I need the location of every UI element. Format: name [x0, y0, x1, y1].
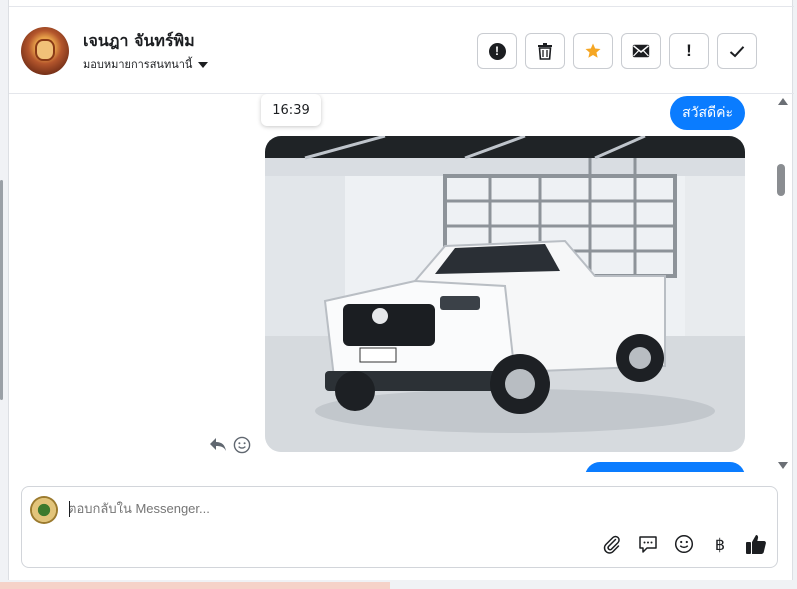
speech-bubble-icon	[639, 536, 657, 553]
assign-label: มอบหมายการสนทนานี้	[83, 58, 193, 71]
contact-avatar[interactable]	[21, 27, 69, 75]
exclamation-circle-icon: !	[488, 42, 506, 60]
message-timestamp-tooltip: 16:39	[261, 94, 321, 126]
payment-button[interactable]: ฿	[709, 533, 731, 555]
baht-icon: ฿	[714, 534, 726, 554]
mark-spam-button[interactable]: !	[477, 33, 517, 69]
outer-scroll-indicator	[0, 180, 3, 400]
emoji-button[interactable]	[673, 533, 695, 555]
envelope-icon	[632, 44, 650, 58]
thread-scrollbar[interactable]	[774, 94, 792, 472]
reply-input[interactable]	[68, 501, 668, 516]
chat-window: เจนฎา จันทร์พิม มอบหมายการสนทนานี้ ! ! 1…	[8, 0, 794, 580]
conversation-header: เจนฎา จันทร์พิม มอบหมายการสนทนานี้ ! !	[9, 6, 794, 94]
scroll-down-arrow-icon[interactable]	[778, 462, 788, 469]
scrollbar-thumb[interactable]	[777, 164, 785, 196]
message-composer: ฿	[21, 486, 778, 568]
mark-done-button[interactable]	[717, 33, 757, 69]
smiley-icon	[674, 534, 694, 554]
star-button[interactable]	[573, 33, 613, 69]
text-cursor	[69, 501, 70, 517]
like-button[interactable]	[745, 533, 767, 555]
mark-unread-button[interactable]	[621, 33, 661, 69]
assign-conversation-dropdown[interactable]: มอบหมายการสนทนานี้	[83, 55, 209, 73]
scroll-up-arrow-icon[interactable]	[778, 98, 788, 105]
checkmark-icon	[729, 45, 745, 57]
attach-button[interactable]	[601, 533, 623, 555]
saved-replies-button[interactable]	[637, 533, 659, 555]
composer-tools: ฿	[601, 533, 767, 555]
paperclip-icon	[603, 535, 620, 554]
pickup-truck-photo	[265, 136, 745, 452]
priority-button[interactable]: !	[669, 33, 709, 69]
exclamation-icon: !	[686, 41, 692, 60]
bottom-banner-edge	[0, 582, 390, 589]
delete-button[interactable]	[525, 33, 565, 69]
image-attachment[interactable]	[265, 136, 745, 452]
page-avatar	[30, 496, 58, 524]
contact-name[interactable]: เจนฎา จันทร์พิม	[83, 29, 195, 54]
message-thread[interactable]: 16:39 สวัสดีค่ะ	[9, 94, 794, 472]
trash-icon	[538, 42, 552, 60]
outgoing-message-bubble[interactable]: สวัสดีค่ะ	[670, 96, 745, 130]
thumbs-up-icon	[746, 535, 766, 554]
react-smiley-icon[interactable]	[233, 436, 251, 454]
caret-down-icon	[198, 61, 209, 68]
star-icon	[585, 43, 601, 58]
reply-icon[interactable]	[209, 436, 227, 452]
conversation-toolbar: ! !	[477, 33, 757, 69]
outgoing-message-bubble-partial[interactable]	[585, 462, 745, 472]
